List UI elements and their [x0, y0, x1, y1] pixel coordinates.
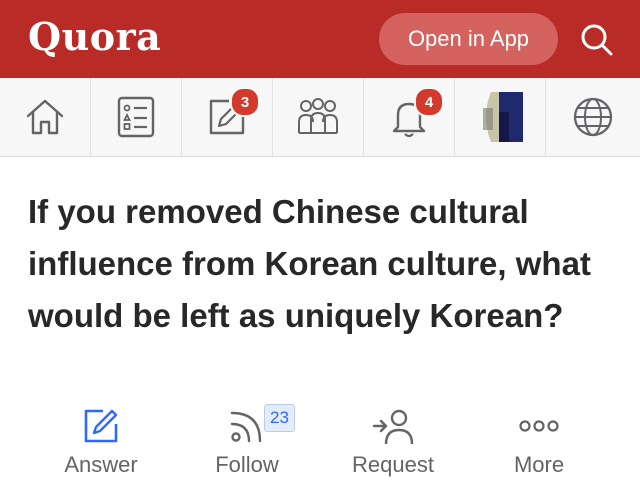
nav-spaces[interactable]	[273, 78, 364, 156]
pencil-icon	[84, 409, 118, 443]
notifications-badge: 4	[414, 87, 444, 117]
more-dots-icon	[519, 420, 559, 432]
follow-label: Follow	[215, 452, 279, 477]
question-actions: Answer Follow 23 Request More	[0, 398, 640, 485]
globe-icon	[573, 97, 613, 137]
nav-following[interactable]	[91, 78, 182, 156]
search-button[interactable]	[577, 20, 617, 60]
nav-bar: 3 4	[0, 78, 640, 157]
search-icon	[581, 24, 613, 56]
avatar	[477, 92, 523, 142]
nav-home[interactable]	[0, 78, 91, 156]
rss-icon	[230, 411, 262, 443]
question-title[interactable]: If you removed Chinese cultural influenc…	[28, 186, 608, 342]
request-label: Request	[352, 452, 434, 477]
people-icon	[298, 98, 338, 134]
list-icon	[117, 96, 155, 138]
open-in-app-button[interactable]: Open in App	[379, 13, 558, 65]
more-button[interactable]: More	[474, 398, 604, 485]
answer-badge: 3	[230, 87, 260, 117]
nav-languages[interactable]	[546, 78, 640, 156]
answer-label: Answer	[64, 452, 138, 477]
nav-profile[interactable]	[455, 78, 546, 156]
answer-button[interactable]: Answer	[36, 398, 166, 485]
follow-count: 23	[264, 404, 295, 432]
top-bar: Quora Open in App	[0, 0, 640, 78]
quora-logo[interactable]: Quora	[28, 14, 161, 59]
more-label: More	[513, 452, 565, 477]
nav-answer[interactable]: 3	[182, 78, 273, 156]
home-icon	[26, 99, 64, 135]
request-user-icon	[372, 409, 414, 445]
request-button[interactable]: Request	[328, 398, 458, 485]
nav-notifications[interactable]: 4	[364, 78, 455, 156]
